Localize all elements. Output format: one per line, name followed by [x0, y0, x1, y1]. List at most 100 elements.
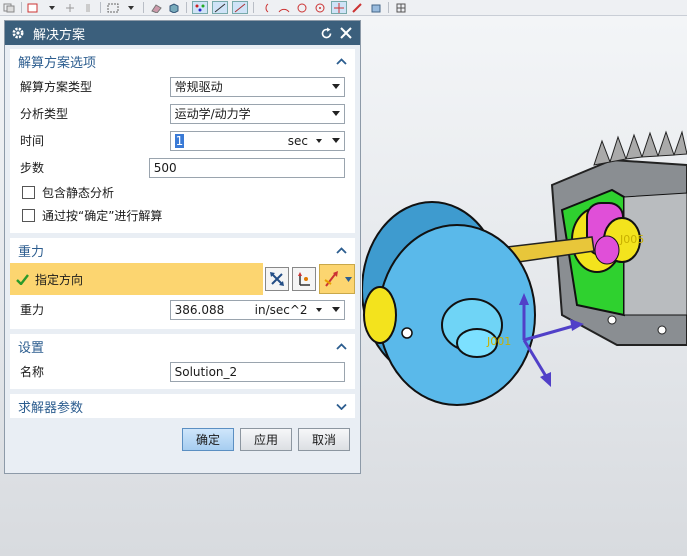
circle-icon[interactable]	[295, 2, 309, 13]
view-icon[interactable]	[369, 2, 383, 13]
plus-icon[interactable]	[63, 2, 77, 13]
graphics-viewport[interactable]: J001 J005	[362, 15, 687, 556]
section-solution-options: 解算方案选项 解算方案类型 常规驱动 分析类型 运动学/动力学 时间 1 sec…	[10, 49, 355, 233]
analysis-type-select[interactable]: 运动学/动力学	[169, 103, 345, 124]
motion-model	[362, 130, 687, 406]
specify-direction-label: 指定方向	[35, 272, 84, 287]
name-row: 名称 Solution_2	[20, 358, 345, 385]
select-filter-icon[interactable]	[27, 2, 41, 13]
selected-value: 运动学/动力学	[174, 107, 251, 121]
toolbar-separator	[143, 2, 144, 13]
steps-input[interactable]: 500	[148, 157, 345, 178]
chevron-up-icon[interactable]	[336, 339, 347, 354]
chevron-down-icon	[332, 84, 340, 89]
snap-points-icon[interactable]	[192, 1, 208, 14]
dropdown-icon[interactable]	[124, 2, 138, 13]
section-header-gravity[interactable]: 重力	[10, 238, 355, 262]
line-tool-icon[interactable]	[232, 1, 248, 14]
checkmark-icon	[16, 273, 29, 285]
toolbar-separator	[253, 2, 254, 13]
chevron-down-icon[interactable]	[316, 307, 322, 312]
eraser-icon[interactable]	[149, 2, 163, 13]
section-gravity: 重力 指定方向 重力 386.088 in/sec^2	[10, 238, 355, 329]
steps-row: 步数 500	[20, 154, 345, 181]
name-input[interactable]: Solution_2	[169, 361, 345, 382]
crosshair-icon[interactable]	[331, 1, 347, 14]
reset-icon[interactable]	[318, 25, 334, 41]
gravity-input[interactable]: 386.088 in/sec^2	[169, 299, 345, 320]
solution-type-select[interactable]: 常规驱动	[169, 76, 345, 97]
checkbox-label: 通过按“确定”进行解算	[42, 209, 163, 223]
section-title: 解算方案选项	[18, 55, 97, 71]
analysis-type-row: 分析类型 运动学/动力学	[20, 100, 345, 127]
vector-constructor-icon[interactable]	[319, 264, 355, 294]
chevron-down-icon[interactable]	[336, 399, 347, 414]
checkbox-label: 包含静态分析	[42, 186, 115, 200]
dropdown-icon[interactable]	[45, 2, 59, 13]
dialog-title: 解决方案	[33, 27, 86, 43]
time-value[interactable]: 1	[174, 133, 185, 148]
solve-on-ok-checkbox[interactable]: 通过按“确定”进行解算	[20, 204, 345, 227]
solution-type-label: 解算方案类型	[20, 80, 93, 94]
gravity-unit[interactable]: in/sec^2	[255, 303, 316, 317]
close-icon[interactable]	[338, 25, 354, 41]
joint-label: J001	[487, 335, 512, 348]
toolbar-separator	[186, 2, 187, 13]
chevron-down-icon[interactable]	[316, 138, 322, 143]
chevron-up-icon[interactable]	[336, 243, 347, 258]
steps-value: 500	[153, 160, 177, 175]
hand-icon[interactable]	[81, 2, 95, 13]
vector-axis-icon[interactable]	[292, 267, 316, 291]
solution-type-row: 解算方案类型 常规驱动	[20, 73, 345, 100]
copy-icon[interactable]	[2, 2, 16, 13]
chevron-down-icon[interactable]	[332, 138, 340, 143]
checkbox[interactable]	[22, 209, 35, 222]
reverse-direction-icon[interactable]	[265, 267, 289, 291]
dialog-titlebar: 解决方案	[5, 21, 360, 45]
chevron-down-icon	[332, 111, 340, 116]
chevron-up-icon[interactable]	[336, 54, 347, 69]
ok-button[interactable]: 确定	[182, 428, 234, 451]
circle-icon[interactable]	[313, 2, 327, 13]
time-label: 时间	[20, 134, 45, 148]
gear-icon	[11, 26, 25, 40]
chevron-down-icon[interactable]	[332, 307, 340, 312]
cube-icon[interactable]	[167, 2, 181, 13]
top-toolbar	[0, 0, 687, 16]
gravity-value[interactable]: 386.088	[175, 303, 255, 317]
checkbox[interactable]	[22, 186, 35, 199]
section-header-solver-params[interactable]: 求解器参数	[10, 394, 355, 418]
steps-label: 步数	[20, 161, 45, 175]
time-row: 时间 1 sec	[20, 127, 345, 154]
marquee-select-icon[interactable]	[106, 2, 120, 13]
joint-label: J005	[620, 233, 645, 246]
time-unit[interactable]: sec	[288, 134, 308, 148]
dialog-buttons: 确定 应用 取消	[5, 418, 360, 451]
name-value: Solution_2	[174, 364, 238, 379]
gravity-label: 重力	[20, 303, 45, 317]
section-header-settings[interactable]: 设置	[10, 334, 355, 358]
flywheel	[362, 201, 536, 406]
static-analysis-checkbox[interactable]: 包含静态分析	[20, 181, 345, 204]
solution-dialog: 解决方案 解算方案选项 解算方案类型 常规驱动 分析类型 运动学/动力学 时间 …	[4, 20, 361, 474]
section-settings: 设置 名称 Solution_2	[10, 334, 355, 389]
time-input[interactable]: 1 sec	[169, 130, 345, 151]
line-tool-icon[interactable]	[212, 1, 228, 14]
cancel-button[interactable]: 取消	[298, 428, 350, 451]
specify-direction-highlight[interactable]: 指定方向	[10, 263, 263, 295]
section-solver-params: 求解器参数	[10, 394, 355, 418]
toolbar-separator	[388, 2, 389, 13]
specify-direction-row: 指定方向	[10, 262, 355, 296]
section-title: 设置	[18, 340, 45, 356]
name-label: 名称	[20, 365, 45, 379]
section-header-solution-options[interactable]: 解算方案选项	[10, 49, 355, 73]
arc-icon[interactable]	[277, 2, 291, 13]
pencil-icon[interactable]	[351, 2, 365, 13]
apply-button[interactable]: 应用	[240, 428, 292, 451]
gravity-row: 重力 386.088 in/sec^2	[20, 296, 345, 323]
analysis-type-label: 分析类型	[20, 107, 69, 121]
arc-icon[interactable]	[259, 2, 273, 13]
selected-value: 常规驱动	[174, 80, 223, 94]
toolbar-separator	[100, 2, 101, 13]
grid-icon[interactable]	[394, 2, 408, 13]
